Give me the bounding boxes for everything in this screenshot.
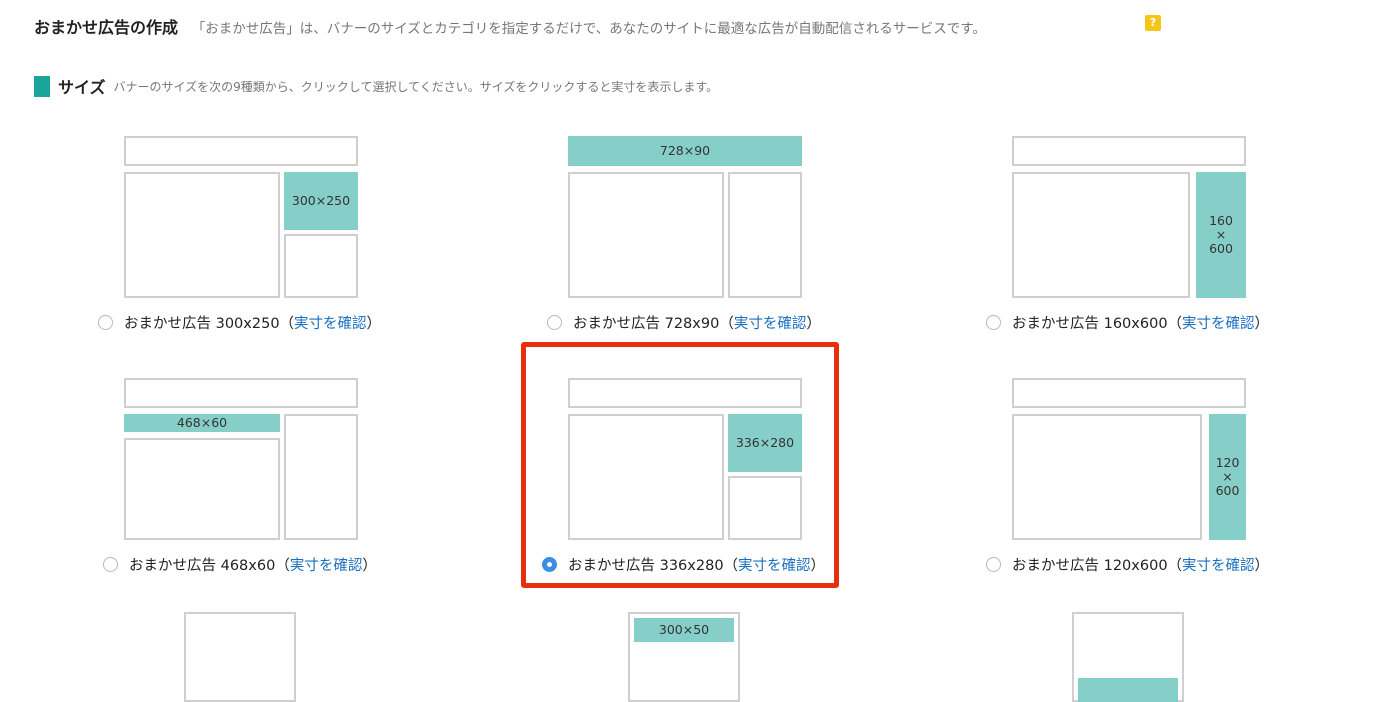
- selected-highlight-frame: [521, 342, 839, 588]
- option-label: おまかせ広告 468x60: [129, 558, 276, 574]
- option-label: おまかせ広告 300x250: [124, 316, 280, 332]
- ad-slot: 120 × 600: [1209, 414, 1246, 540]
- page-header: おまかせ広告の作成 「おまかせ広告」は、バナーのサイズとカテゴリを指定するだけで…: [34, 14, 1094, 40]
- size-option-728x90[interactable]: おまかせ広告 728x90 （実寸を確認）: [547, 312, 821, 333]
- sidebar-block: [284, 414, 358, 540]
- ad-slot: [1078, 678, 1178, 702]
- page-header-block: [124, 136, 358, 166]
- size-option-160x600[interactable]: おまかせ広告 160x600 （実寸を確認）: [986, 312, 1269, 333]
- actual-size-link[interactable]: 実寸を確認: [294, 312, 367, 333]
- size-diagram-300x50[interactable]: 300×50: [628, 612, 740, 702]
- size-diagram-160x600[interactable]: 160 × 600: [1012, 136, 1246, 298]
- option-label: おまかせ広告 120x600: [1012, 558, 1168, 574]
- section-marker: [34, 75, 50, 97]
- radio-160x600[interactable]: [986, 315, 1001, 330]
- size-option-300x250[interactable]: おまかせ広告 300x250 （実寸を確認）: [98, 312, 381, 333]
- content-block: [1012, 172, 1190, 298]
- content-block: [568, 172, 724, 298]
- page-header-block: [1012, 378, 1246, 408]
- size-diagram-728x90[interactable]: 728×90: [568, 136, 802, 298]
- page-header-block: [1012, 136, 1246, 166]
- page-block: [184, 612, 296, 702]
- content-block: [1012, 414, 1202, 540]
- sidebar-block: [284, 234, 358, 298]
- radio-300x250[interactable]: [98, 315, 113, 330]
- ad-slot: 160 × 600: [1196, 172, 1246, 298]
- size-diagram-300x250[interactable]: 300×250: [124, 136, 358, 298]
- radio-468x60[interactable]: [103, 557, 118, 572]
- ad-slot: 300×50: [634, 618, 734, 642]
- radio-728x90[interactable]: [547, 315, 562, 330]
- actual-size-link[interactable]: 実寸を確認: [1182, 554, 1255, 575]
- content-block: [124, 172, 280, 298]
- size-option-120x600[interactable]: おまかせ広告 120x600 （実寸を確認）: [986, 554, 1269, 575]
- page-title: おまかせ広告の作成: [34, 18, 179, 37]
- ad-slot: 468×60: [124, 414, 280, 432]
- sidebar-block: [728, 172, 802, 298]
- option-label: おまかせ広告 728x90: [573, 316, 720, 332]
- page-description: 「おまかせ広告」は、バナーのサイズとカテゴリを指定するだけで、あなたのサイトに最…: [191, 21, 986, 37]
- help-icon[interactable]: ?: [1145, 15, 1161, 31]
- size-diagram-row3-right[interactable]: [1072, 612, 1184, 702]
- actual-size-link[interactable]: 実寸を確認: [1182, 312, 1255, 333]
- radio-120x600[interactable]: [986, 557, 1001, 572]
- actual-size-link[interactable]: 実寸を確認: [734, 312, 807, 333]
- actual-size-link[interactable]: 実寸を確認: [290, 554, 363, 575]
- option-label: おまかせ広告 160x600: [1012, 316, 1168, 332]
- ad-slot: 300×250: [284, 172, 358, 230]
- size-diagram-468x60[interactable]: 468×60: [124, 378, 358, 540]
- content-block: [124, 438, 280, 540]
- section-label: サイズ: [58, 78, 106, 97]
- section-hint: バナーのサイズを次の9種類から、クリックして選択してください。サイズをクリックす…: [113, 79, 719, 94]
- ad-slot: 728×90: [568, 136, 802, 166]
- size-option-468x60[interactable]: おまかせ広告 468x60 （実寸を確認）: [103, 554, 377, 575]
- page-header-block: [124, 378, 358, 408]
- size-diagram-120x600[interactable]: 120 × 600: [1012, 378, 1246, 540]
- size-section-heading: サイズ バナーのサイズを次の9種類から、クリックして選択してください。サイズをク…: [34, 74, 718, 98]
- size-diagram-row3-left[interactable]: [184, 612, 296, 702]
